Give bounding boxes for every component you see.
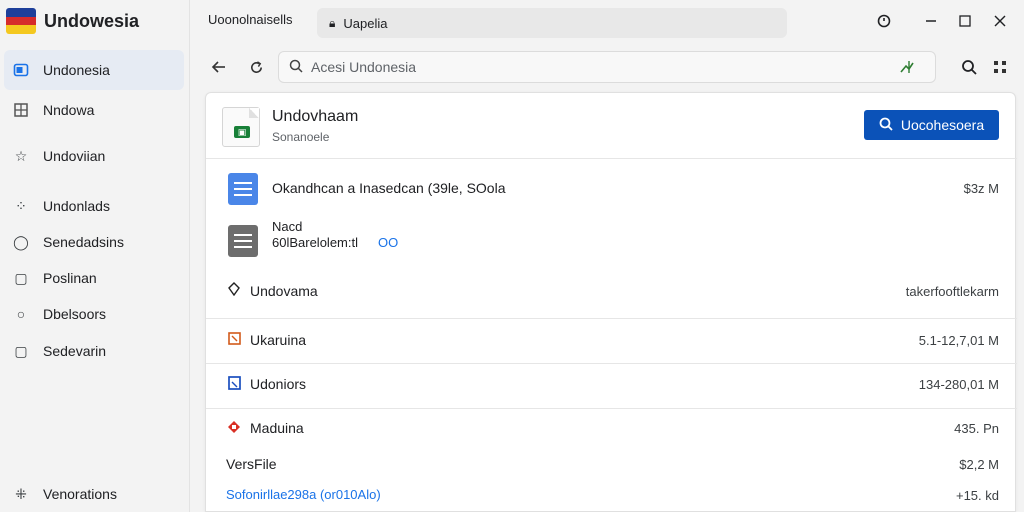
panel-title: Undovhaam bbox=[272, 108, 359, 125]
settings-icon: ⁜ bbox=[15, 485, 27, 502]
window-icon bbox=[12, 61, 30, 79]
table-row[interactable]: Ukaruina 5.1-12,7,01 M bbox=[206, 331, 1017, 351]
star-icon: ☆ bbox=[14, 147, 28, 164]
panel-header: ▣ Undovhaam Sonanoele Uocohesoera bbox=[206, 93, 1017, 159]
sidebar-item-undonlads[interactable]: ⁘ Undonlads bbox=[4, 186, 184, 226]
apps-icon: ⁘ bbox=[15, 197, 27, 214]
details-panel: ▣ Undovhaam Sonanoele Uocohesoera Okandh… bbox=[205, 92, 1017, 512]
sidebar-item-undoviian[interactable]: ☆ Undoviian bbox=[4, 136, 184, 176]
list-item[interactable]: Undovama takerfooftlekarm bbox=[206, 281, 1017, 301]
sidebar-item-label: Senedadsins bbox=[43, 234, 124, 250]
item-label: Ukaruina bbox=[250, 332, 307, 348]
sidebar-item-label: Undonlads bbox=[43, 198, 110, 214]
shield-icon bbox=[226, 282, 242, 299]
item-label: Maduina bbox=[250, 420, 304, 436]
item-link[interactable]: OO bbox=[378, 235, 398, 250]
sidebar-item-venorations[interactable]: ⁜ Venorations bbox=[4, 476, 184, 512]
list-item[interactable]: Nacd 60lBarelolem:tl OO bbox=[206, 217, 1017, 261]
maximize-button[interactable] bbox=[951, 8, 979, 34]
circle-icon: ◯ bbox=[13, 233, 29, 250]
sidebar-item-label: Poslinan bbox=[43, 270, 97, 286]
document-icon bbox=[228, 173, 258, 205]
item-value: 5.1-12,7,01 M bbox=[918, 333, 999, 348]
toolbar bbox=[190, 44, 1024, 90]
sidebar-item-undonesia[interactable]: Undonesia bbox=[4, 50, 184, 90]
grid-icon bbox=[12, 101, 30, 119]
square-icon: ▢ bbox=[14, 269, 28, 286]
sidebar-item-dbelsoors[interactable]: ○ Dbelsoors bbox=[4, 294, 184, 334]
sidebar-item-label: Undoviian bbox=[43, 148, 106, 164]
table-row[interactable]: VersFile $2,2 M bbox=[206, 455, 1017, 475]
item-label: Okandhcan a Inasedcan (39le, SOola bbox=[272, 180, 506, 196]
item-label-top: Nacd bbox=[272, 219, 303, 234]
item-link[interactable]: Sofonirllae298a (or010Alo) bbox=[226, 487, 381, 502]
sidebar-item-poslinan[interactable]: ▢ Poslinan bbox=[4, 258, 184, 298]
close-button[interactable] bbox=[986, 8, 1014, 34]
list-item[interactable]: Okandhcan a Inasedcan (39le, SOola $3z M bbox=[206, 173, 1017, 207]
tag-icon: ▢ bbox=[14, 342, 28, 359]
divider bbox=[206, 318, 1017, 319]
panel-subtitle: Sonanoele bbox=[272, 130, 330, 144]
title-bar: Uoonolnaisells 🔒︎ Uapelia bbox=[190, 0, 1024, 44]
item-value: 435. Pn bbox=[954, 421, 999, 436]
table-row[interactable]: Maduina 435. Pn bbox=[206, 419, 1017, 439]
item-value: 134-280,01 M bbox=[918, 377, 999, 392]
blue-file-icon bbox=[226, 376, 242, 393]
history-icon[interactable] bbox=[870, 8, 898, 34]
sidebar-item-label: Sedevarin bbox=[43, 343, 107, 359]
sheet-file-icon: ▣ bbox=[222, 107, 260, 147]
sidebar: Undowesia Undonesia Nndowa ☆ Undoviian ⁘… bbox=[0, 0, 190, 512]
app-brand: Undowesia bbox=[6, 6, 139, 36]
search-button[interactable] bbox=[956, 54, 982, 80]
back-button[interactable] bbox=[206, 54, 232, 80]
sidebar-item-senedadsins[interactable]: ◯ Senedadsins bbox=[4, 222, 184, 262]
apps-grid-icon[interactable] bbox=[987, 54, 1013, 80]
radio-icon: ○ bbox=[16, 306, 26, 322]
minimize-button[interactable] bbox=[917, 8, 945, 34]
item-label: Udoniors bbox=[250, 376, 307, 392]
table-row[interactable]: Udoniors 134-280,01 M bbox=[206, 375, 1017, 395]
tab-label: Uapelia bbox=[343, 15, 388, 31]
item-status: takerfooftlekarm bbox=[905, 284, 999, 299]
search-icon bbox=[879, 117, 893, 134]
sidebar-item-label: Undonesia bbox=[43, 62, 110, 78]
table-row[interactable]: Sofonirllae298a (or010Alo) +15. kd bbox=[206, 486, 1017, 506]
flag-logo bbox=[6, 8, 36, 34]
item-label: VersFile bbox=[226, 456, 277, 472]
document-icon bbox=[228, 225, 258, 257]
lock-icon: 🔒︎ bbox=[329, 15, 336, 30]
primary-action-label: Uocohesoera bbox=[900, 117, 985, 133]
divider bbox=[206, 363, 1017, 364]
refresh-button[interactable] bbox=[243, 54, 269, 80]
window-title: Uoonolnaisells bbox=[208, 12, 293, 27]
red-diamond-icon bbox=[226, 420, 242, 437]
item-label: Undovama bbox=[250, 283, 318, 299]
item-value: $2,2 M bbox=[959, 457, 999, 472]
item-value: $3z M bbox=[963, 181, 999, 196]
extension-icon[interactable] bbox=[899, 59, 915, 78]
sidebar-item-nndowa[interactable]: Nndowa bbox=[4, 90, 184, 130]
sidebar-item-label: Venorations bbox=[43, 486, 117, 502]
sidebar-item-label: Dbelsoors bbox=[43, 306, 107, 322]
orange-square-icon bbox=[226, 332, 242, 348]
search-bar[interactable] bbox=[278, 51, 936, 83]
search-input[interactable] bbox=[311, 59, 851, 75]
sidebar-item-label: Nndowa bbox=[43, 102, 95, 118]
app-title: Undowesia bbox=[44, 10, 140, 31]
search-icon bbox=[289, 59, 303, 76]
sidebar-item-sedevarin[interactable]: ▢ Sedevarin bbox=[4, 331, 184, 371]
browser-tab[interactable]: 🔒︎ Uapelia bbox=[317, 8, 787, 38]
divider bbox=[206, 408, 1017, 409]
item-label: 60lBarelolem:tl bbox=[272, 235, 358, 250]
item-value: +15. kd bbox=[955, 488, 999, 503]
primary-action-button[interactable]: Uocohesoera bbox=[864, 110, 999, 140]
